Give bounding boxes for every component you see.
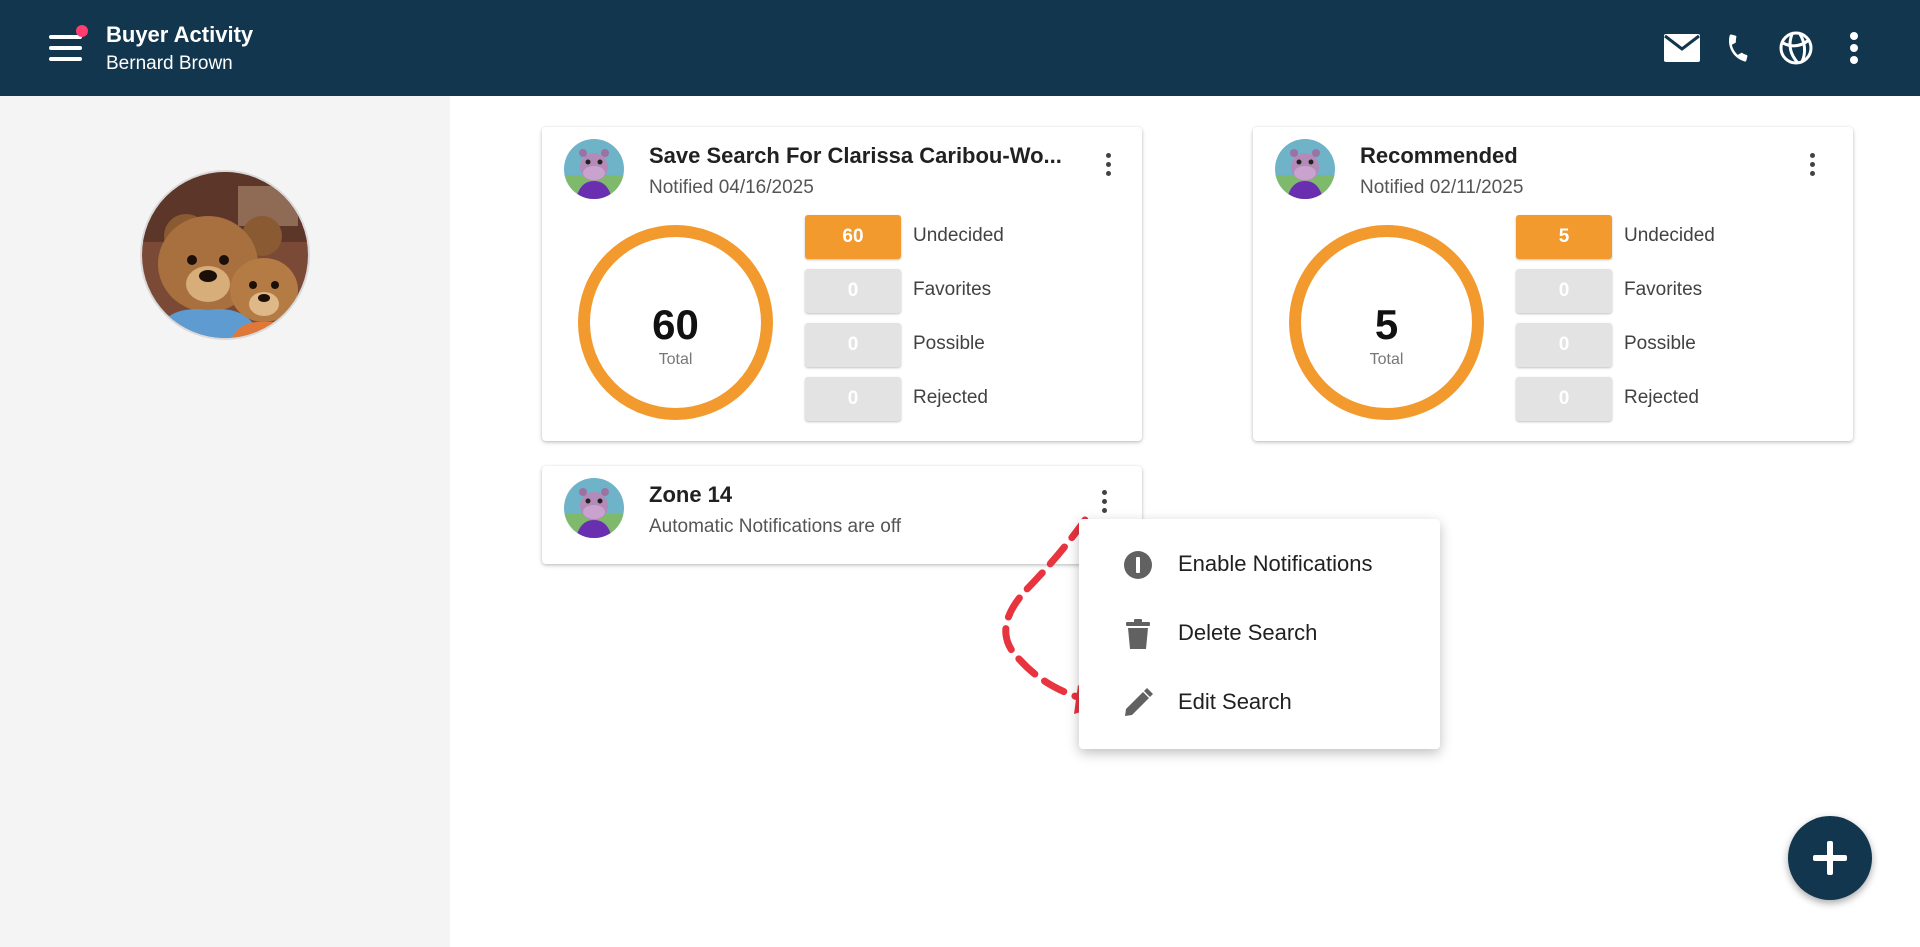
add-search-button[interactable] bbox=[1788, 816, 1872, 900]
stat-label: Undecided bbox=[1624, 225, 1715, 246]
total-count: 60 bbox=[652, 301, 699, 348]
stat-favorites[interactable]: 0 Favorites bbox=[1516, 269, 1776, 313]
agent-avatar bbox=[564, 139, 624, 199]
stat-count[interactable]: 0 bbox=[805, 269, 901, 313]
total-label: Total bbox=[658, 351, 693, 368]
menu-item-enable-notifications[interactable]: Enable Notifications bbox=[1079, 532, 1440, 596]
header-more-button[interactable] bbox=[1834, 28, 1874, 68]
more-vert-icon-dot bbox=[1101, 498, 1107, 504]
total-count: 5 bbox=[1374, 301, 1399, 348]
stat-favorites[interactable]: 0 Favorites bbox=[805, 269, 1065, 313]
more-vert-icon-dot bbox=[1105, 161, 1111, 167]
globe-icon bbox=[1779, 31, 1813, 65]
stat-label: Possible bbox=[1624, 333, 1696, 354]
stat-count[interactable]: 0 bbox=[805, 323, 901, 367]
card-title: Save Search For Clarissa Caribou-Wo... bbox=[649, 143, 1062, 168]
zone-search-card[interactable]: Zone 14 Automatic Notifications are off bbox=[542, 466, 1142, 564]
buyer-name: Bernard Brown bbox=[106, 53, 233, 74]
stat-label: Possible bbox=[913, 333, 985, 354]
mail-button[interactable] bbox=[1662, 28, 1702, 68]
stat-count[interactable]: 0 bbox=[1516, 323, 1612, 367]
total-label: Total bbox=[1369, 351, 1404, 368]
menu-icon-bar bbox=[49, 57, 82, 61]
agent-avatar bbox=[1275, 139, 1335, 199]
more-vert-icon-dot bbox=[1809, 170, 1815, 176]
menu-item-label: Edit Search bbox=[1178, 689, 1292, 714]
website-button[interactable] bbox=[1776, 28, 1816, 68]
trash-icon bbox=[1123, 619, 1153, 649]
stat-label: Undecided bbox=[913, 225, 1004, 246]
notification-dot bbox=[76, 25, 88, 37]
buyer-avatar bbox=[140, 170, 310, 340]
profile-panel bbox=[0, 96, 450, 947]
more-vert-icon-dot bbox=[1101, 507, 1107, 513]
agent-avatar bbox=[564, 478, 624, 538]
recommended-card[interactable]: Recommended Notified 02/11/2025 5 Total … bbox=[1253, 127, 1853, 441]
menu-item-edit-search[interactable]: Edit Search bbox=[1079, 670, 1440, 734]
stat-rejected[interactable]: 0 Rejected bbox=[1516, 377, 1776, 421]
total-ring: 5 Total bbox=[1289, 225, 1484, 420]
pencil-icon bbox=[1123, 688, 1153, 718]
stat-undecided[interactable]: 5 Undecided bbox=[1516, 215, 1776, 259]
info-circle-icon bbox=[1123, 550, 1153, 580]
stat-possible[interactable]: 0 Possible bbox=[805, 323, 1065, 367]
more-vert-icon-dot bbox=[1809, 161, 1815, 167]
hippo-avatar-image bbox=[564, 139, 624, 199]
phone-icon bbox=[1729, 34, 1748, 62]
card-more-button[interactable] bbox=[1798, 146, 1826, 182]
stat-count[interactable]: 60 bbox=[805, 215, 901, 259]
more-vert-icon bbox=[1850, 32, 1858, 64]
stat-count[interactable]: 0 bbox=[805, 377, 901, 421]
page-title: Buyer Activity bbox=[106, 22, 254, 47]
stat-possible[interactable]: 0 Possible bbox=[1516, 323, 1776, 367]
saved-search-card[interactable]: Save Search For Clarissa Caribou-Wo... N… bbox=[542, 127, 1142, 441]
stat-count[interactable]: 0 bbox=[1516, 377, 1612, 421]
bear-family-image bbox=[142, 172, 308, 338]
stat-count[interactable]: 0 bbox=[1516, 269, 1612, 313]
menu-button[interactable] bbox=[46, 25, 88, 66]
stat-label: Rejected bbox=[1624, 387, 1699, 408]
stat-label: Rejected bbox=[913, 387, 988, 408]
stat-rejected[interactable]: 0 Rejected bbox=[805, 377, 1065, 421]
mail-icon bbox=[1664, 34, 1700, 62]
more-vert-icon bbox=[1101, 489, 1107, 495]
notification-status: Automatic Notifications are off bbox=[649, 516, 902, 537]
phone-button[interactable] bbox=[1718, 28, 1758, 68]
card-more-button[interactable] bbox=[1090, 483, 1118, 519]
menu-item-label: Delete Search bbox=[1178, 620, 1318, 645]
total-ring: 60 Total bbox=[578, 225, 773, 420]
card-title: Recommended bbox=[1360, 143, 1518, 168]
notified-date: Notified 04/16/2025 bbox=[649, 177, 814, 198]
more-vert-icon-dot bbox=[1105, 170, 1111, 176]
stat-count[interactable]: 5 bbox=[1516, 215, 1612, 259]
menu-icon bbox=[49, 35, 82, 39]
menu-item-delete-search[interactable]: Delete Search bbox=[1079, 601, 1440, 665]
stat-undecided[interactable]: 60 Undecided bbox=[805, 215, 1065, 259]
more-vert-icon bbox=[1105, 152, 1111, 158]
notified-date: Notified 02/11/2025 bbox=[1360, 177, 1524, 198]
stat-label: Favorites bbox=[913, 279, 992, 300]
plus-icon bbox=[1813, 841, 1847, 875]
more-vert-icon bbox=[1809, 152, 1815, 158]
card-context-menu: Enable Notifications Delete Search Edit … bbox=[1079, 519, 1440, 749]
menu-icon-bar bbox=[49, 46, 82, 50]
card-more-button[interactable] bbox=[1094, 146, 1122, 182]
menu-item-label: Enable Notifications bbox=[1178, 551, 1373, 576]
card-title: Zone 14 bbox=[649, 482, 733, 507]
hippo-avatar-image bbox=[1275, 139, 1335, 199]
app-header: Buyer Activity Bernard Brown bbox=[0, 0, 1920, 96]
stat-label: Favorites bbox=[1624, 279, 1703, 300]
hippo-avatar-image bbox=[564, 478, 624, 538]
